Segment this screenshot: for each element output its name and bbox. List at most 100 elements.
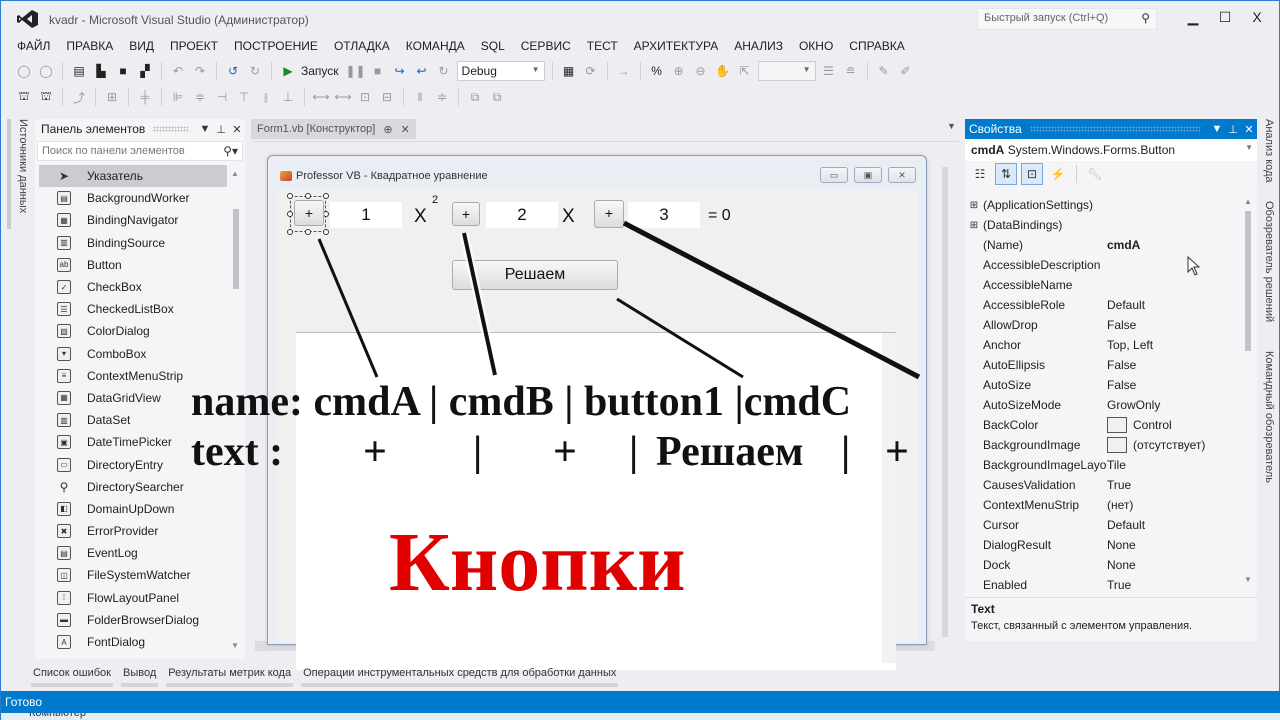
property-row[interactable]: BackColor Control <box>965 415 1241 435</box>
scroll-down-icon[interactable]: ▼ <box>231 641 239 650</box>
property-row[interactable]: BackgroundImageLayout Tile <box>965 455 1241 475</box>
cmdB-button[interactable]: + <box>452 202 480 226</box>
expand-icon[interactable]: ⊞ <box>965 220 983 231</box>
pause-icon[interactable]: ❚❚ <box>346 62 366 80</box>
categorized-icon[interactable]: ☷ <box>969 163 991 185</box>
property-row[interactable]: AllowDrop False <box>965 315 1241 335</box>
property-value[interactable]: Control <box>1107 417 1241 433</box>
restart-icon[interactable]: ↻ <box>435 62 453 80</box>
property-value[interactable]: False <box>1107 378 1241 392</box>
property-value[interactable]: GrowOnly <box>1107 398 1241 412</box>
cmdC-button[interactable]: + <box>594 200 624 228</box>
new-project-icon[interactable]: ▤ <box>70 62 88 80</box>
tabs-dropdown-icon[interactable]: ▼ <box>947 121 956 131</box>
make-same-height-icon[interactable]: ⟷ <box>334 88 352 106</box>
close-tab-icon[interactable]: ✕ <box>401 123 410 136</box>
property-row[interactable]: Anchor Top, Left <box>965 335 1241 355</box>
navigate-back-icon[interactable]: ◯ <box>15 62 33 80</box>
toolbox-item[interactable]: ▾ ComboBox <box>39 343 227 365</box>
code-analysis-tab[interactable]: Анализ кода <box>1263 119 1275 183</box>
property-value[interactable]: False <box>1107 358 1241 372</box>
align-lines-alt-icon[interactable]: ≘ <box>842 62 860 80</box>
menu-analyze[interactable]: АНАЛИЗ <box>726 37 791 55</box>
toolbox-item[interactable]: A FontDialog <box>39 631 227 653</box>
uncomment-icon[interactable]: ↷ <box>191 62 209 80</box>
close-icon[interactable]: ✕ <box>1241 123 1257 136</box>
undo-layout-icon[interactable]: ⤴ <box>70 88 88 106</box>
resize-handle[interactable] <box>323 229 329 235</box>
solution-explorer-tab[interactable]: Обозреватель решений <box>1263 201 1275 322</box>
property-value[interactable]: Top, Left <box>1107 338 1241 352</box>
form-close-button[interactable]: ✕ <box>888 167 916 183</box>
tab-order-alt-icon[interactable]: ⛫ <box>37 88 55 106</box>
quick-launch-input[interactable]: Быстрый запуск (Ctrl+Q) ⚲ <box>977 8 1157 30</box>
coef-a-textbox[interactable]: 1 <box>330 202 402 228</box>
pan-icon[interactable]: ✋ <box>714 62 732 80</box>
edit-icon[interactable]: ✎ <box>875 62 893 80</box>
properties-view-icon[interactable]: ⊡ <box>1021 163 1043 185</box>
property-pages-wrench-icon[interactable]: 🔧︎ <box>1084 163 1106 185</box>
menu-team[interactable]: КОМАНДА <box>398 37 473 55</box>
property-row[interactable]: (Name) cmdA <box>965 235 1241 255</box>
drag-handle[interactable] <box>1029 126 1201 132</box>
toolbox-item[interactable]: ▤ BackgroundWorker <box>39 187 227 209</box>
grid-icon[interactable]: ⊞ <box>103 88 121 106</box>
toolbox-search-input[interactable]: Поиск по панели элементов ⚲▾ <box>37 141 243 161</box>
toolbox-item[interactable]: ◧ DomainUpDown <box>39 498 227 520</box>
property-value[interactable]: Tile <box>1107 458 1241 472</box>
scroll-up-icon[interactable]: ▲ <box>1244 197 1252 206</box>
property-value[interactable]: None <box>1107 558 1241 572</box>
save-all-icon[interactable]: ▞ <box>136 62 154 80</box>
toolbox-item[interactable]: ▥ BindingSource <box>39 232 227 254</box>
designer-vertical-scrollbar[interactable] <box>939 149 951 639</box>
pin-icon[interactable]: ⊥ <box>1225 123 1241 136</box>
align-center-icon[interactable]: ≑ <box>191 88 209 106</box>
menu-project[interactable]: ПРОЕКТ <box>162 37 226 55</box>
drag-handle[interactable] <box>153 126 189 132</box>
send-to-back-icon[interactable]: ⧉ <box>488 88 506 106</box>
step-over-icon[interactable]: ↪ <box>391 62 409 80</box>
save-icon[interactable]: ■ <box>114 62 132 80</box>
form-maximize-button[interactable]: ▣ <box>854 167 882 183</box>
align-left-icon[interactable]: ⊫ <box>169 88 187 106</box>
arrow-right-icon[interactable]: → <box>615 62 633 80</box>
navigate-forward-icon[interactable]: ◯ <box>37 62 55 80</box>
tab-form1-designer[interactable]: Form1.vb [Конструктор] ⊕ ✕ <box>251 119 416 139</box>
align-bottom-icon[interactable]: ⊥ <box>279 88 297 106</box>
coef-b-textbox[interactable]: 2 <box>486 202 558 228</box>
minimize-button[interactable]: ▁ <box>1181 9 1205 27</box>
property-row[interactable]: AccessibleName <box>965 275 1241 295</box>
configuration-select[interactable]: Debug ▼ <box>456 61 545 81</box>
tab-order-icon[interactable]: ⛫ <box>15 88 33 106</box>
align-to-grid-icon[interactable]: ╪ <box>136 88 154 106</box>
start-button[interactable]: Запуск <box>301 64 339 78</box>
vertical-spacing-icon[interactable]: ≑ <box>433 88 451 106</box>
pin-icon[interactable]: ⊥ <box>213 123 229 136</box>
align-right-icon[interactable]: ⊣ <box>213 88 231 106</box>
toolbox-item[interactable]: ▦ BindingNavigator <box>39 209 227 231</box>
property-row[interactable]: CausesValidation True <box>965 475 1241 495</box>
menu-sql[interactable]: SQL <box>473 37 513 55</box>
property-row[interactable]: ⊞ (DataBindings) <box>965 215 1241 235</box>
cmdA-button[interactable]: + <box>294 200 324 226</box>
property-row[interactable]: Enabled True <box>965 575 1241 595</box>
resize-handle[interactable] <box>287 193 293 199</box>
property-value[interactable]: Default <box>1107 298 1241 312</box>
tab-error-list[interactable]: Список ошибок <box>31 665 113 687</box>
dropdown-icon[interactable]: ▼ <box>1209 123 1225 135</box>
scrollbar-thumb[interactable] <box>942 167 948 637</box>
output-scrollbar[interactable] <box>882 333 896 663</box>
align-lines-icon[interactable]: ☰ <box>820 62 838 80</box>
size-to-grid-icon[interactable]: ⊟ <box>378 88 396 106</box>
property-row[interactable]: AutoSizeMode GrowOnly <box>965 395 1241 415</box>
property-value[interactable]: Default <box>1107 518 1241 532</box>
close-button[interactable]: X <box>1245 9 1269 27</box>
scrollbar-thumb[interactable] <box>233 209 239 289</box>
toolbox-item[interactable]: ⁞ FlowLayoutPanel <box>39 587 227 609</box>
pen-icon[interactable]: ✐ <box>897 62 915 80</box>
find-in-files-icon[interactable]: ▦ <box>560 62 578 80</box>
property-row[interactable]: DialogResult None <box>965 535 1241 555</box>
property-value[interactable]: None <box>1107 538 1241 552</box>
pin-icon[interactable]: ⊕ <box>383 123 392 136</box>
data-sources-tab[interactable]: Источники данных <box>15 119 29 213</box>
